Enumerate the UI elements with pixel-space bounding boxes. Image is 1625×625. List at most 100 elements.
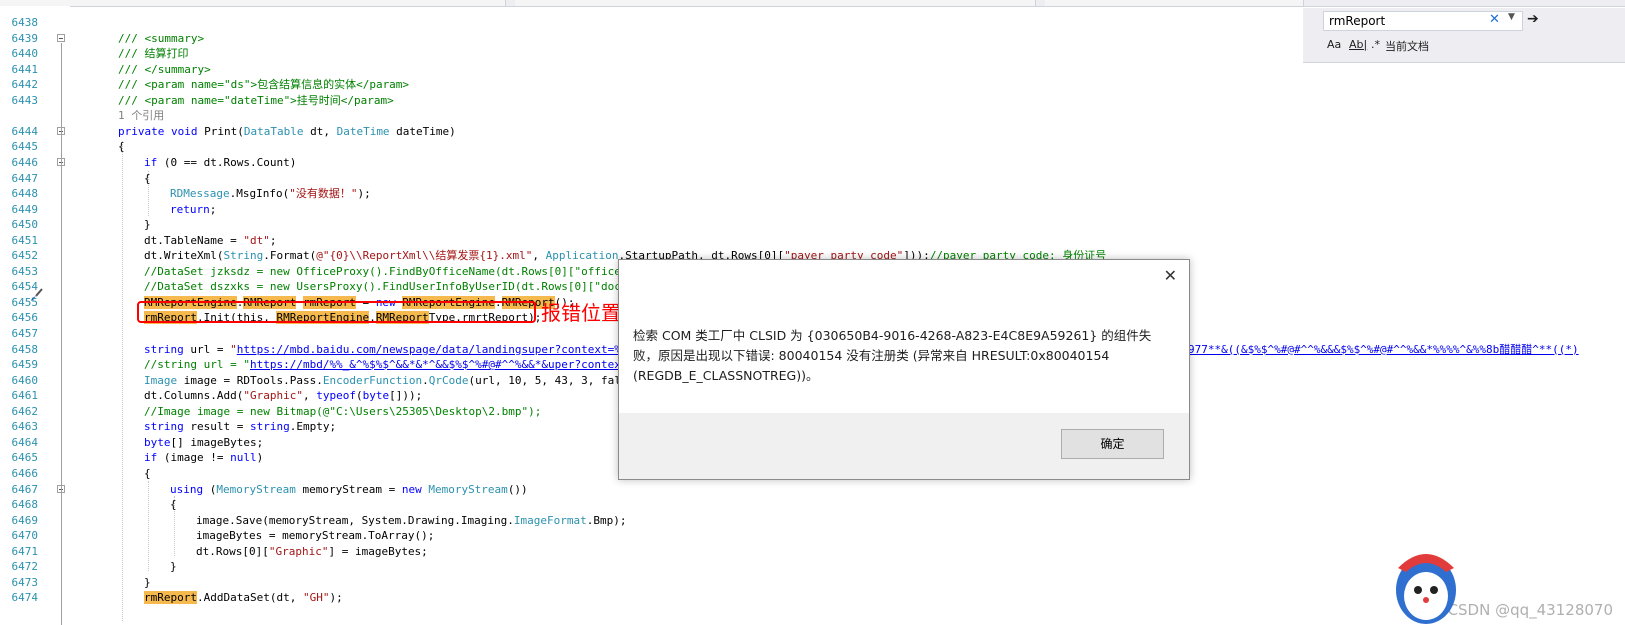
line-number: 6462 (11, 404, 39, 418)
code-line[interactable]: /// <param name="dateTime">挂号时间</param> (118, 93, 394, 108)
find-scope-select[interactable]: 当前文档 (1385, 38, 1429, 54)
code-token: Print( (204, 124, 244, 138)
error-location-label: 报错位置 (541, 301, 621, 325)
code-token: { (170, 498, 177, 512)
code-token: String (223, 249, 264, 263)
code-token: memoryStream = (295, 482, 402, 496)
clear-search-icon[interactable]: ✕ (1489, 12, 1500, 27)
code-token: Image (144, 373, 178, 387)
code-line[interactable]: //string url = "https://mbd/%%_&^%$%$^&&… (144, 357, 641, 372)
code-token: rmReport (144, 591, 197, 605)
code-line[interactable]: } (144, 217, 151, 232)
line-number: 6457 (11, 327, 39, 340)
code-line[interactable]: rmReport.AddDataSet(dt, "GH"); (144, 590, 343, 605)
line-number: 6465 (11, 451, 39, 465)
code-line[interactable]: private void Print(DataTable dt, DateTim… (118, 124, 456, 139)
close-icon[interactable]: ✕ (1164, 266, 1177, 285)
code-line[interactable]: string result = string.Empty; (144, 419, 336, 434)
code-token: string (144, 420, 184, 434)
code-token: string (249, 420, 290, 434)
code-line[interactable]: imageBytes = memoryStream.ToArray(); (196, 528, 434, 543)
code-line[interactable]: } (170, 559, 177, 574)
code-line[interactable]: /// </summary> (118, 62, 211, 77)
code-token: image = RDTools.Pass. (177, 373, 323, 387)
line-number: 6439 (11, 31, 39, 45)
code-token: @"{0}\\ReportXml\\结算发票{1}.xml" (316, 249, 533, 263)
use-regex-toggle[interactable]: .* (1371, 38, 1380, 51)
code-token: dt.WriteXml( (144, 249, 224, 263)
code-token: null (230, 451, 257, 465)
code-line[interactable]: dt.Columns.Add("Graphic", typeof(byte[])… (144, 388, 422, 403)
code-token: //string url = " (144, 358, 250, 372)
code-token: ); (357, 187, 371, 201)
line-number: 6471 (11, 544, 39, 558)
line-number: 6438 (11, 16, 39, 29)
code-line[interactable]: { (118, 139, 125, 154)
code-token: 1 个引用 (118, 109, 165, 123)
fold-guide-line (61, 42, 62, 625)
code-token: MemoryStream (216, 482, 296, 496)
code-token: .Empty; (289, 420, 337, 434)
code-line[interactable]: if (0 == dt.Rows.Count) (144, 155, 296, 170)
code-token: /// <summary> (118, 31, 205, 45)
code-token: new (401, 482, 429, 496)
find-next-arrow-icon[interactable]: ➔ (1527, 11, 1539, 27)
find-panel: rmReport ✕ ▼ ➔ Aa Ab| .* 当前文档 (1303, 8, 1625, 63)
code-token: 977**&((&$%$^%#@#^^%&&&$%$^%#@#^^%&&*%%%… (1188, 342, 1579, 356)
code-token: RDMessage (170, 187, 230, 201)
code-line[interactable]: { (144, 171, 151, 186)
code-line[interactable]: /// 结算打印 (118, 46, 189, 61)
code-token: .AddDataSet(dt, (196, 591, 303, 605)
code-token: using (170, 482, 204, 496)
code-token: .MsgInfo( (229, 187, 290, 201)
code-line[interactable]: //Image image = new Bitmap(@"C:\Users\25… (144, 404, 541, 419)
code-token: "Graphic" (268, 544, 329, 558)
match-case-toggle[interactable]: Aa (1327, 38, 1341, 51)
error-message-dialog: ✕ 检索 COM 类工厂中 CLSID 为 {030650B4-9016-426… (618, 259, 1190, 480)
code-token: (image != (157, 451, 231, 465)
code-line[interactable]: image.Save(memoryStream, System.Drawing.… (196, 513, 627, 528)
code-line[interactable]: //DataSet dszxks = new UsersProxy().Find… (144, 279, 641, 294)
collapse-region-icon[interactable] (57, 33, 65, 42)
line-number: 6472 (11, 560, 39, 574)
code-line[interactable]: 1 个引用 (118, 108, 164, 123)
code-line[interactable]: Image image = RDTools.Pass.EncoderFuncti… (144, 373, 641, 388)
code-line[interactable]: RDMessage.MsgInfo("没有数据！"); (170, 186, 371, 201)
line-number: 6446 (11, 155, 39, 169)
match-whole-word-toggle[interactable]: Ab| (1349, 38, 1367, 51)
dialog-footer: 确定 (619, 413, 1189, 479)
quick-actions-brush-icon[interactable] (30, 288, 44, 302)
watermark: CSDN @qq_43128070 (1447, 601, 1613, 619)
code-line[interactable]: } (144, 575, 151, 590)
code-line[interactable]: byte[] imageBytes; (144, 435, 263, 450)
indent-guide (122, 141, 123, 621)
code-token: dt.TableName = (144, 233, 244, 247)
code-token: (0 == dt.Rows.Count) (157, 155, 297, 169)
line-number: 6441 (11, 62, 39, 76)
code-line[interactable]: /// <param name="ds">包含结算信息的实体</param> (118, 77, 409, 92)
code-line[interactable]: if (image != null) (144, 450, 263, 465)
code-line[interactable]: /// <summary> (118, 31, 204, 46)
line-number: 6463 (11, 420, 39, 434)
code-token: { (144, 171, 151, 185)
code-token: //DataSet jzksdz = new OfficeProxy().Fin… (144, 264, 641, 278)
code-line[interactable]: using (MemoryStream memoryStream = new M… (170, 482, 528, 497)
code-line[interactable]: { (144, 466, 151, 481)
line-number: 6470 (11, 529, 39, 543)
ok-button[interactable]: 确定 (1061, 429, 1164, 459)
code-token: .Bmp); (586, 513, 627, 527)
code-line[interactable]: dt.Rows[0]["Graphic"] = imageBytes; (196, 544, 428, 559)
line-number: 6474 (11, 591, 39, 605)
code-token: ImageFormat (513, 513, 587, 527)
code-token: [])); (389, 389, 423, 403)
code-line[interactable]: //DataSet jzksdz = new OfficeProxy().Fin… (144, 264, 641, 279)
chevron-down-icon[interactable]: ▼ (1508, 12, 1515, 22)
code-line[interactable]: dt.TableName = "dt"; (144, 233, 276, 248)
code-token: { (144, 466, 151, 480)
code-line[interactable]: return; (170, 202, 216, 217)
code-line[interactable]: { (170, 497, 177, 512)
line-number: 6460 (11, 373, 39, 387)
code-token: "GH" (302, 591, 330, 605)
code-line[interactable]: string url = "https://mbd.baidu.com/news… (144, 342, 641, 357)
code-token: Application (545, 249, 619, 263)
